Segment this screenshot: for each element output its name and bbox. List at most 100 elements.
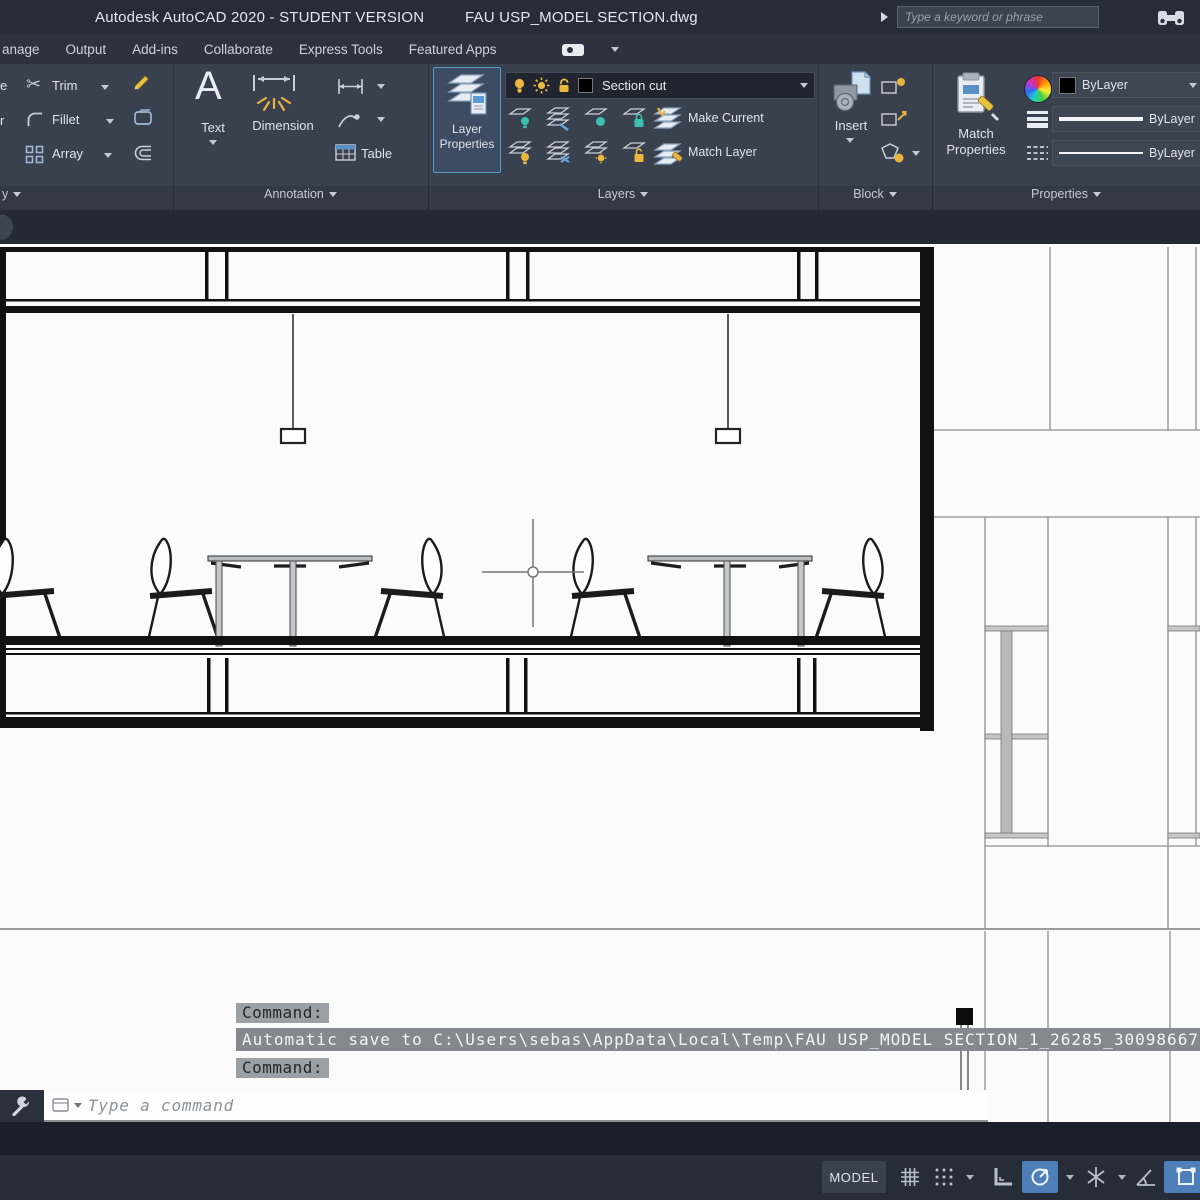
text-a-icon[interactable]: A xyxy=(195,64,222,109)
pendant-light xyxy=(716,314,740,443)
object-snap-button[interactable] xyxy=(1164,1161,1200,1193)
lightbulb-icon[interactable] xyxy=(512,77,527,94)
screencast-icon[interactable] xyxy=(561,42,585,58)
tab-output[interactable]: Output xyxy=(66,42,107,57)
table-button[interactable]: Table xyxy=(361,146,392,161)
model-space-button[interactable]: MODEL xyxy=(822,1161,886,1193)
drawing-canvas[interactable]: Command: Automatic save to C:\Users\seba… xyxy=(0,244,1200,1125)
panel-label-block[interactable]: Block xyxy=(818,187,932,201)
unlock-icon[interactable] xyxy=(556,77,572,94)
recent-commands-dropdown-icon[interactable] xyxy=(74,1103,82,1108)
lineweight-dropdown[interactable]: ByLayer xyxy=(1052,106,1200,132)
scissors-trim-icon[interactable]: ✂ xyxy=(26,74,41,95)
layer-thaw-icon[interactable] xyxy=(584,140,611,166)
isodraft-dropdown-icon[interactable] xyxy=(1112,1161,1132,1193)
layer-unlock-icon[interactable] xyxy=(622,140,649,166)
snap-dropdown-icon[interactable] xyxy=(960,1161,980,1193)
array-grid-icon[interactable] xyxy=(25,145,44,164)
layer-lock-icon[interactable] xyxy=(622,106,649,132)
layer-properties-button[interactable]: Layer Properties xyxy=(433,67,501,173)
panel-label-modify[interactable]: y xyxy=(0,187,175,201)
object-color-value: ByLayer xyxy=(1082,78,1183,92)
object-color-dropdown[interactable]: ByLayer xyxy=(1052,72,1200,98)
isodraft-icon xyxy=(1085,1165,1107,1189)
screencast-dropdown-icon[interactable] xyxy=(611,47,619,52)
current-layer-name: Section cut xyxy=(602,78,794,93)
match-properties-button-line2[interactable]: Properties xyxy=(932,142,1020,157)
layer-isolate-icon[interactable] xyxy=(508,106,535,132)
color-wheel-icon[interactable] xyxy=(1024,75,1052,103)
linetype-dropdown[interactable]: ByLayer xyxy=(1052,140,1200,166)
layer-dropdown-icon[interactable] xyxy=(800,83,808,88)
pencil-icon[interactable] xyxy=(130,72,152,94)
help-search-input[interactable] xyxy=(897,6,1099,28)
layer-color-swatch[interactable] xyxy=(578,78,593,93)
make-current-button[interactable]: Make Current xyxy=(688,111,764,125)
layer-off-icon[interactable] xyxy=(508,140,535,166)
match-layer-icon[interactable] xyxy=(652,140,684,168)
leader-dropdown-icon[interactable] xyxy=(377,117,385,122)
insert-block-icon[interactable] xyxy=(832,70,872,114)
nav-knob xyxy=(0,214,13,240)
binoculars-search-icon[interactable] xyxy=(1156,8,1186,28)
dimension-icon[interactable] xyxy=(249,72,299,112)
object-snap-tracking-button[interactable] xyxy=(1132,1161,1160,1193)
text-button[interactable]: Text xyxy=(183,120,243,135)
layer-select-dropdown[interactable]: Section cut xyxy=(505,72,815,99)
block-dropdown-icon[interactable] xyxy=(912,151,920,156)
isodraft-button[interactable] xyxy=(1082,1161,1110,1193)
fillet-arc-icon[interactable] xyxy=(27,112,44,127)
tab-featured-apps[interactable]: Featured Apps xyxy=(409,42,497,57)
layer-on-icon[interactable] xyxy=(546,140,573,166)
tab-express-tools[interactable]: Express Tools xyxy=(299,42,383,57)
match-properties-icon[interactable] xyxy=(954,72,1000,124)
layer-unisolate-icon[interactable] xyxy=(546,106,573,132)
tab-add-ins[interactable]: Add-ins xyxy=(132,42,178,57)
insert-dropdown-icon[interactable] xyxy=(846,138,854,143)
panel-label-annotation[interactable]: Annotation xyxy=(173,187,428,201)
layer-stack-icon xyxy=(445,71,489,117)
layer-freeze-icon[interactable] xyxy=(584,106,611,132)
block-sync-icon[interactable] xyxy=(878,142,906,166)
snap-mode-button[interactable] xyxy=(930,1161,958,1193)
furniture xyxy=(0,539,886,646)
polar-tracking-button[interactable] xyxy=(1022,1161,1058,1193)
dimension-button[interactable]: Dimension xyxy=(243,118,323,133)
stretch-icon[interactable] xyxy=(131,144,153,162)
array-dropdown-icon[interactable] xyxy=(104,153,112,158)
trim-button[interactable]: Trim xyxy=(52,78,78,93)
table-icon[interactable] xyxy=(335,144,356,161)
linetype-icon[interactable] xyxy=(1026,144,1049,162)
sun-icon[interactable] xyxy=(533,77,550,94)
text-dropdown-icon[interactable] xyxy=(209,140,217,145)
linear-dim-icon[interactable] xyxy=(337,78,364,95)
box-icon[interactable] xyxy=(133,109,153,126)
panel-label-properties[interactable]: Properties xyxy=(932,187,1200,201)
tab-collaborate[interactable]: Collaborate xyxy=(204,42,273,57)
match-layer-button[interactable]: Match Layer xyxy=(688,145,757,159)
match-properties-button[interactable]: Match xyxy=(932,126,1020,141)
color-dropdown-icon xyxy=(1189,83,1197,88)
command-input[interactable] xyxy=(86,1095,988,1116)
polar-dropdown-icon[interactable] xyxy=(1060,1161,1080,1193)
trim-dropdown-icon[interactable] xyxy=(101,85,109,90)
dim-dropdown-icon[interactable] xyxy=(377,84,385,89)
command-input-area[interactable] xyxy=(44,1090,988,1122)
fillet-button[interactable]: Fillet xyxy=(52,112,79,127)
leader-icon[interactable] xyxy=(337,110,362,129)
array-button[interactable]: Array xyxy=(52,146,83,161)
lineweight-icon[interactable] xyxy=(1026,110,1049,128)
command-customize-button[interactable] xyxy=(0,1090,44,1122)
panel-label-layers[interactable]: Layers xyxy=(428,187,818,201)
block-edit-icon[interactable] xyxy=(880,76,908,98)
insert-button[interactable]: Insert xyxy=(826,118,876,133)
grid-display-button[interactable] xyxy=(894,1161,926,1193)
search-expand-icon[interactable] xyxy=(881,12,888,22)
tab-manage-partial[interactable]: anage xyxy=(2,42,40,57)
block-attribute-icon[interactable] xyxy=(880,108,908,130)
fillet-dropdown-icon[interactable] xyxy=(106,119,114,124)
right-wall xyxy=(920,247,934,731)
make-current-icon[interactable] xyxy=(652,104,684,132)
ortho-mode-button[interactable] xyxy=(988,1161,1018,1193)
command-window-icon[interactable] xyxy=(52,1097,70,1113)
